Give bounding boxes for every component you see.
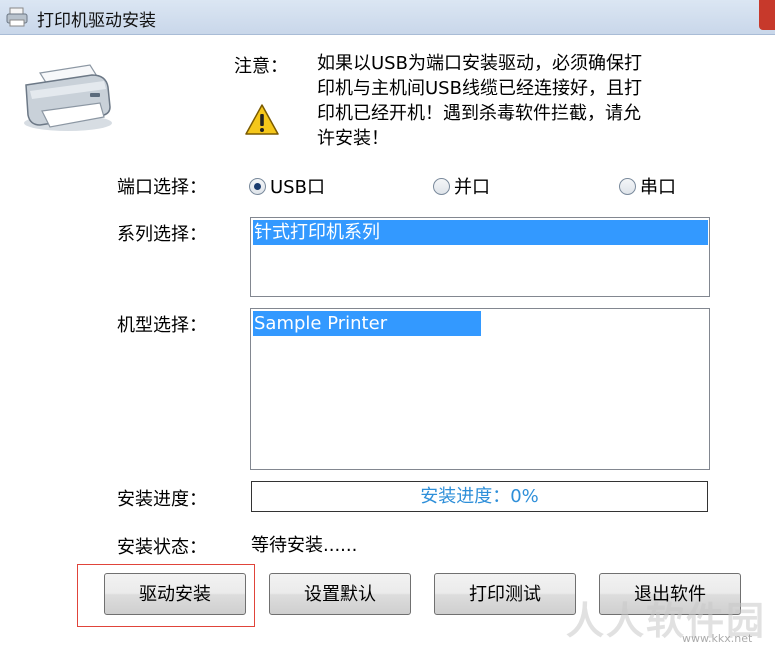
radio-label: USB口 [270, 177, 325, 198]
notice-label: 注意： [234, 56, 288, 77]
install-driver-button[interactable]: 驱动安装 [104, 573, 246, 615]
notice-text: 如果以USB为端口安装驱动，必须确保打 印机与主机间USB线缆已经连接好，且打 … [317, 51, 717, 151]
port-radio-usb[interactable]: USB口 [249, 174, 325, 198]
notice-line: 印机已经开机！遇到杀毒软件拦截，请允 [317, 103, 641, 124]
title-bar: 打印机驱动安装 [0, 0, 775, 35]
warning-icon [245, 104, 279, 135]
model-listbox[interactable]: Sample Printer [250, 308, 710, 470]
radio-unchecked-icon [433, 177, 450, 195]
watermark-url: www.kkx.net [682, 632, 753, 645]
series-list-item-selected[interactable]: 针式打印机系列 [253, 220, 708, 245]
series-listbox[interactable]: 针式打印机系列 [250, 217, 710, 297]
notice-line: 许安装！ [317, 128, 389, 149]
series-label: 系列选择： [117, 224, 207, 245]
radio-unchecked-icon [619, 177, 636, 195]
notice-line: 如果以USB为端口安装驱动，必须确保打 [317, 53, 642, 74]
port-radio-parallel[interactable]: 并口 [433, 174, 490, 198]
notice-line: 印机与主机间USB线缆已经连接好，且打 [317, 78, 642, 99]
port-label: 端口选择： [117, 177, 207, 198]
progress-label: 安装进度： [117, 489, 207, 510]
dialog-body: 注意： 如果以USB为端口安装驱动，必须确保打 印机与主机间USB线缆已经连接好… [0, 35, 775, 646]
port-radio-serial[interactable]: 串口 [619, 174, 676, 198]
model-label: 机型选择： [117, 315, 207, 336]
close-button[interactable] [759, 0, 775, 30]
printer-icon [6, 7, 28, 27]
install-progress-bar: 安装进度：0% [251, 481, 708, 512]
radio-checked-icon [249, 177, 266, 195]
model-list-item-selected[interactable]: Sample Printer [253, 311, 481, 336]
print-test-button[interactable]: 打印测试 [434, 573, 576, 615]
window-title: 打印机驱动安装 [37, 11, 156, 31]
radio-label: 串口 [640, 177, 676, 198]
printer-illustration-icon [24, 64, 112, 131]
set-default-button[interactable]: 设置默认 [269, 573, 411, 615]
status-label: 安装状态： [117, 537, 207, 558]
status-value: 等待安装...... [251, 535, 358, 556]
radio-label: 并口 [454, 177, 490, 198]
